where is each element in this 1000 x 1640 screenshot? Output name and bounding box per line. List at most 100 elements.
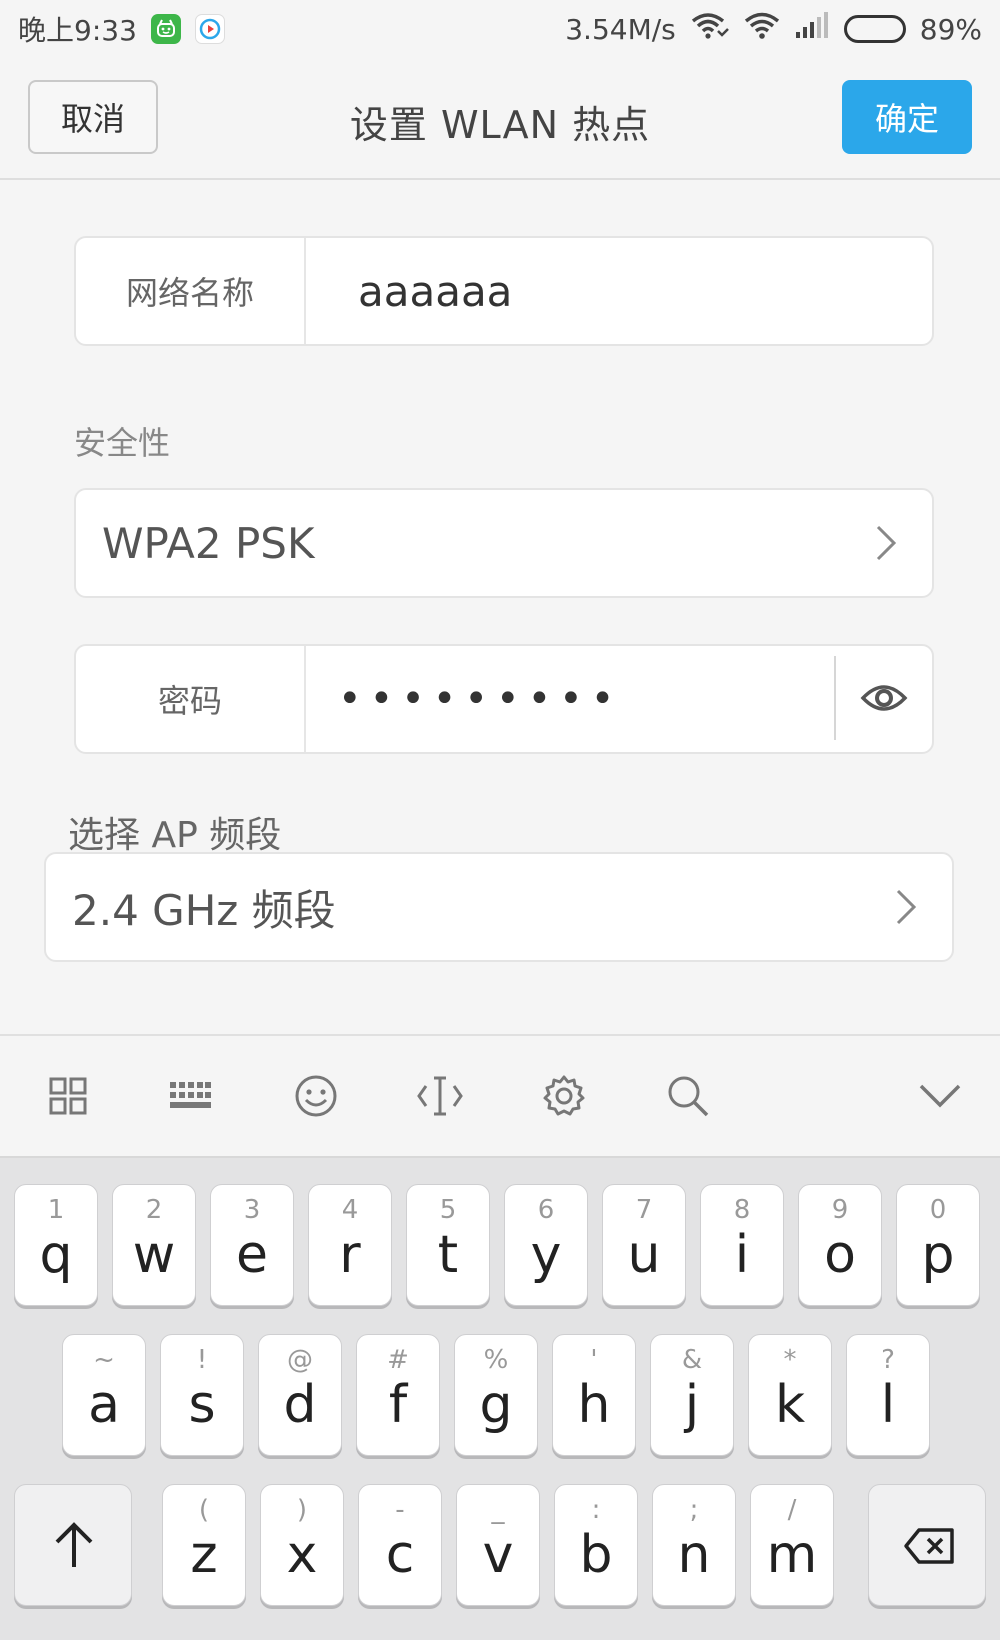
key-f[interactable]: # f xyxy=(356,1334,440,1456)
settings-gear-icon[interactable] xyxy=(540,1072,588,1120)
key-secondary-label: 2 xyxy=(145,1195,163,1225)
security-section-label: 安全性 xyxy=(74,424,171,462)
key-z[interactable]: (z xyxy=(162,1484,246,1606)
key-y[interactable]: 6y xyxy=(504,1184,588,1306)
battery-percent: 89% xyxy=(919,12,982,46)
key-t[interactable]: 5t xyxy=(406,1184,490,1306)
cursor-move-icon[interactable] xyxy=(416,1072,464,1120)
password-label: 密码 xyxy=(76,646,306,752)
backspace-key[interactable] xyxy=(868,1484,986,1606)
key-i[interactable]: 8i xyxy=(700,1184,784,1306)
key-primary-label: j xyxy=(684,1375,700,1435)
confirm-button[interactable]: 确定 xyxy=(842,80,972,154)
network-name-field[interactable]: 网络名称 aaaaaa xyxy=(74,236,934,346)
shift-arrow-up-icon xyxy=(55,1522,93,1567)
emoji-icon[interactable] xyxy=(292,1072,340,1120)
key-secondary-label: 9 xyxy=(831,1195,849,1225)
hide-keyboard-chevron-down-icon[interactable] xyxy=(916,1072,964,1120)
key-secondary-label: 4 xyxy=(341,1195,359,1225)
key-secondary-label: ; xyxy=(689,1495,699,1525)
key-p[interactable]: 0p xyxy=(896,1184,980,1306)
key-secondary-label: 0 xyxy=(929,1195,947,1225)
key-secondary-label: _ xyxy=(491,1495,505,1525)
password-input[interactable]: ••••••••• xyxy=(338,646,622,752)
battery-icon xyxy=(843,15,906,43)
key-primary-label: h xyxy=(577,1375,611,1435)
key-primary-label: r xyxy=(339,1225,361,1285)
key-r[interactable]: 4r xyxy=(308,1184,392,1306)
key-secondary-label: 1 xyxy=(47,1195,65,1225)
key-primary-label: t xyxy=(437,1225,459,1285)
key-secondary-label: * xyxy=(783,1345,797,1375)
key-secondary-label: @ xyxy=(287,1345,313,1375)
key-secondary-label: : xyxy=(591,1495,601,1525)
key-primary-label: c xyxy=(385,1525,415,1585)
key-w[interactable]: 2w xyxy=(112,1184,196,1306)
key-secondary-label: ! xyxy=(196,1345,208,1375)
status-time: 晚上9:33 xyxy=(18,14,137,47)
key-primary-label: f xyxy=(388,1375,408,1435)
key-secondary-label: ? xyxy=(881,1345,895,1375)
key-m[interactable]: / m xyxy=(750,1484,834,1606)
network-name-input[interactable]: aaaaaa xyxy=(358,238,512,344)
key-secondary-label: 6 xyxy=(537,1195,555,1225)
search-icon[interactable] xyxy=(664,1072,712,1120)
key-primary-label: k xyxy=(774,1375,806,1435)
key-primary-label: a xyxy=(88,1375,120,1435)
key-v[interactable]: _ v xyxy=(456,1484,540,1606)
key-e[interactable]: 3e xyxy=(210,1184,294,1306)
key-primary-label: w xyxy=(132,1225,176,1285)
password-field[interactable]: 密码 ••••••••• xyxy=(74,644,934,754)
key-secondary-label: ) xyxy=(296,1495,308,1525)
key-k[interactable]: * k xyxy=(748,1334,832,1456)
key-primary-label: d xyxy=(283,1375,317,1435)
eye-icon xyxy=(860,685,908,711)
apps-grid-icon[interactable] xyxy=(44,1072,92,1120)
keyboard-toolbar xyxy=(0,1034,1000,1158)
key-h[interactable]: ' h xyxy=(552,1334,636,1456)
key-secondary-label: ~ xyxy=(93,1345,115,1375)
key-primary-label: o xyxy=(824,1225,856,1285)
key-primary-label: s xyxy=(188,1375,216,1435)
key-secondary-label: - xyxy=(395,1495,405,1525)
key-secondary-label: 8 xyxy=(733,1195,751,1225)
ap-band-section-label: 选择 AP 频段 xyxy=(68,815,282,856)
key-secondary-label: 5 xyxy=(439,1195,457,1225)
key-primary-label: p xyxy=(921,1225,955,1285)
key-s[interactable]: ! s xyxy=(160,1334,244,1456)
network-name-label: 网络名称 xyxy=(76,238,306,344)
status-bar: 晚上9:33 3.54M/s 89% xyxy=(0,0,1000,58)
key-o[interactable]: 9o xyxy=(798,1184,882,1306)
key-secondary-label: # xyxy=(387,1345,409,1375)
toggle-password-visibility-button[interactable] xyxy=(834,656,932,740)
hotspot-wifi-icon xyxy=(690,11,730,48)
key-primary-label: l xyxy=(880,1375,896,1435)
ap-band-select[interactable]: 2.4 GHz 频段 xyxy=(44,852,954,962)
security-value: WPA2 PSK xyxy=(102,518,315,568)
key-primary-label: g xyxy=(479,1375,513,1435)
key-primary-label: i xyxy=(734,1225,750,1285)
key-secondary-label: ' xyxy=(590,1345,598,1375)
key-j[interactable]: & j xyxy=(650,1334,734,1456)
key-n[interactable]: ; n xyxy=(652,1484,736,1606)
key-q[interactable]: 1q xyxy=(14,1184,98,1306)
key-l[interactable]: ? l xyxy=(846,1334,930,1456)
key-secondary-label: ( xyxy=(198,1495,210,1525)
key-secondary-label: / xyxy=(787,1495,797,1525)
key-g[interactable]: % g xyxy=(454,1334,538,1456)
key-c[interactable]: -c xyxy=(358,1484,442,1606)
key-x[interactable]: ) x xyxy=(260,1484,344,1606)
key-primary-label: y xyxy=(530,1225,562,1285)
key-secondary-label: 7 xyxy=(635,1195,653,1225)
wifi-icon xyxy=(744,11,780,48)
key-primary-label: x xyxy=(286,1525,318,1585)
shift-key[interactable] xyxy=(14,1484,132,1606)
key-a[interactable]: ~ a xyxy=(62,1334,146,1456)
keyboard-layout-icon[interactable] xyxy=(166,1072,214,1120)
key-b[interactable]: :b xyxy=(554,1484,638,1606)
key-u[interactable]: 7u xyxy=(602,1184,686,1306)
key-d[interactable]: @ d xyxy=(258,1334,342,1456)
app-header: 取消 设置 WLAN 热点 确定 xyxy=(0,58,1000,180)
cellular-signal-icon xyxy=(794,11,830,47)
security-select[interactable]: WPA2 PSK xyxy=(74,488,934,598)
